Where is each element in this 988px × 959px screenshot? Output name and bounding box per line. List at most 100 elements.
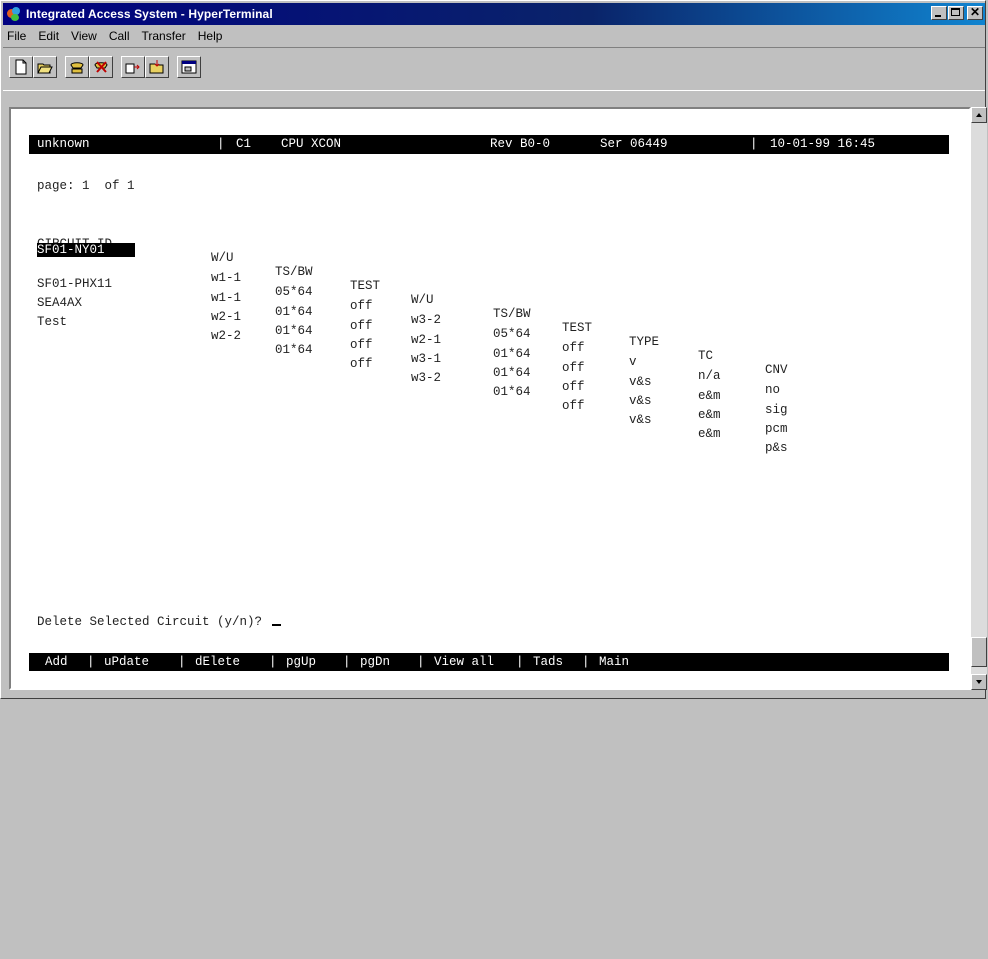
close-button[interactable]: ✕	[967, 5, 983, 20]
cell-tc: e&m	[698, 389, 721, 403]
cmd-update[interactable]: uPdate	[104, 653, 149, 671]
cell-type: v&s	[629, 413, 652, 427]
cell-test-2: off	[562, 361, 585, 375]
status-divider: |	[750, 137, 758, 151]
col-tc: TC	[698, 349, 714, 363]
terminal-screen[interactable]	[9, 107, 971, 690]
maximize-button[interactable]	[948, 6, 964, 20]
table-header: CIRCUIT ID W/U TS/BW TEST W/U TS/BW TEST…	[37, 223, 937, 377]
cmd-divider: |	[582, 655, 590, 669]
table-row[interactable]: SF01-NY01 w1-1 05*64 off w3-2 05*64 off …	[37, 243, 937, 397]
cell-tsbw: 01*64	[275, 343, 313, 357]
cmd-delete[interactable]: dElete	[195, 653, 240, 671]
cell-tc: e&m	[698, 427, 721, 441]
terminal-status-bar: unknown | C1 CPU XCON Rev B0-0 Ser 06449…	[29, 135, 949, 154]
menu-file[interactable]: File	[3, 29, 32, 43]
cell-wu: w2-2	[211, 329, 242, 343]
send-icon	[125, 63, 140, 74]
menu-edit[interactable]: Edit	[32, 29, 65, 43]
arrow-up-icon	[976, 113, 982, 117]
open-button[interactable]	[33, 56, 57, 78]
vertical-scrollbar[interactable]	[971, 107, 987, 690]
cell-cnv: pcm	[765, 422, 788, 436]
status-name: unknown	[37, 137, 90, 151]
cell-tsbw-2: 01*64	[493, 385, 531, 399]
cell-test-2: off	[562, 380, 585, 394]
receive-button[interactable]	[145, 56, 169, 78]
cell-test-2: off	[562, 341, 585, 355]
col-cnv: CNV	[765, 363, 788, 377]
prompt-text: Delete Selected Circuit (y/n)?	[37, 615, 263, 629]
cell-circuit-id: Test	[37, 315, 68, 329]
status-divider: |	[217, 137, 225, 151]
minimize-button[interactable]	[931, 6, 947, 20]
cmd-divider: |	[178, 655, 186, 669]
table-row[interactable]: SF01-PHX11 w1-1 01*64 off w2-1 01*64 off…	[37, 263, 937, 417]
menu-call[interactable]: Call	[103, 29, 136, 43]
status-slot: C1	[236, 137, 252, 151]
cmd-add[interactable]: Add	[45, 653, 68, 671]
cell-tsbw: 01*64	[275, 324, 313, 338]
table-row[interactable]: SEA4AX w2-1 01*64 off w3-1 01*64 off v&s…	[37, 282, 937, 436]
page-indicator: page: 1 of 1	[37, 179, 135, 193]
menu-help[interactable]: Help	[192, 29, 229, 43]
window-title: Integrated Access System - HyperTerminal	[26, 7, 273, 21]
col-test-2: TEST	[562, 321, 593, 335]
cmd-pgdn[interactable]: pgDn	[360, 653, 390, 671]
text-cursor	[271, 624, 281, 626]
cmd-divider: |	[516, 655, 524, 669]
col-type: TYPE	[629, 335, 660, 349]
command-bar: Add | uPdate | dElete | pgUp | pgDn | Vi…	[29, 653, 949, 671]
cell-test-2: off	[562, 399, 585, 413]
cell-cnv: no	[765, 383, 781, 397]
cell-wu-2: w3-2	[411, 371, 442, 385]
disconnect-icon	[94, 61, 108, 73]
status-datetime: 10-01-99 16:45	[770, 137, 876, 151]
status-card: CPU XCON	[281, 137, 342, 151]
menu-transfer[interactable]: Transfer	[136, 29, 192, 43]
receive-icon	[149, 60, 164, 74]
status-ser: Ser 06449	[600, 137, 668, 151]
connect-icon	[70, 62, 84, 74]
menu-bar: File Edit View Call Transfer Help	[3, 27, 228, 45]
cell-cnv: sig	[765, 403, 788, 417]
disconnect-button[interactable]	[89, 56, 113, 78]
cmd-tads[interactable]: Tads	[533, 653, 563, 671]
cell-tsbw-2: 01*64	[493, 366, 531, 380]
cell-type: v&s	[629, 394, 652, 408]
send-button[interactable]	[121, 56, 145, 78]
menu-view[interactable]: View	[65, 29, 103, 43]
toolbar	[3, 47, 985, 91]
arrow-down-icon	[976, 680, 982, 684]
scroll-down-button[interactable]	[971, 674, 987, 690]
cell-type: v	[629, 355, 637, 369]
cell-tsbw-2: 05*64	[493, 327, 531, 341]
cmd-pgup[interactable]: pgUp	[286, 653, 316, 671]
delete-prompt[interactable]: Delete Selected Circuit (y/n)?	[37, 615, 281, 629]
hyperterminal-icon	[6, 6, 22, 22]
cmd-divider: |	[417, 655, 425, 669]
scroll-thumb[interactable]	[971, 637, 987, 667]
cell-wu-2: w3-1	[411, 352, 442, 366]
table-row[interactable]: Test w2-2 01*64 off w3-2 01*64 off v&s e…	[37, 301, 937, 455]
title-bar[interactable]: Integrated Access System - HyperTerminal…	[3, 3, 985, 25]
maximize-icon	[951, 8, 960, 16]
cell-cnv: p&s	[765, 441, 788, 455]
properties-button[interactable]	[177, 56, 201, 78]
cmd-divider: |	[87, 655, 95, 669]
cmd-main[interactable]: Main	[599, 653, 629, 671]
scroll-up-button[interactable]	[971, 107, 987, 123]
cell-tsbw-2: 01*64	[493, 347, 531, 361]
connect-button[interactable]	[65, 56, 89, 78]
cell-tc: e&m	[698, 408, 721, 422]
close-icon: ✕	[969, 5, 981, 19]
cell-tc: n/a	[698, 369, 721, 383]
cmd-view-all[interactable]: View all	[434, 653, 494, 671]
cell-test: off	[350, 338, 373, 352]
cell-test: off	[350, 319, 373, 333]
cell-type: v&s	[629, 375, 652, 389]
cmd-divider: |	[269, 655, 277, 669]
cmd-divider: |	[343, 655, 351, 669]
open-icon	[37, 63, 53, 74]
new-button[interactable]	[9, 56, 33, 78]
